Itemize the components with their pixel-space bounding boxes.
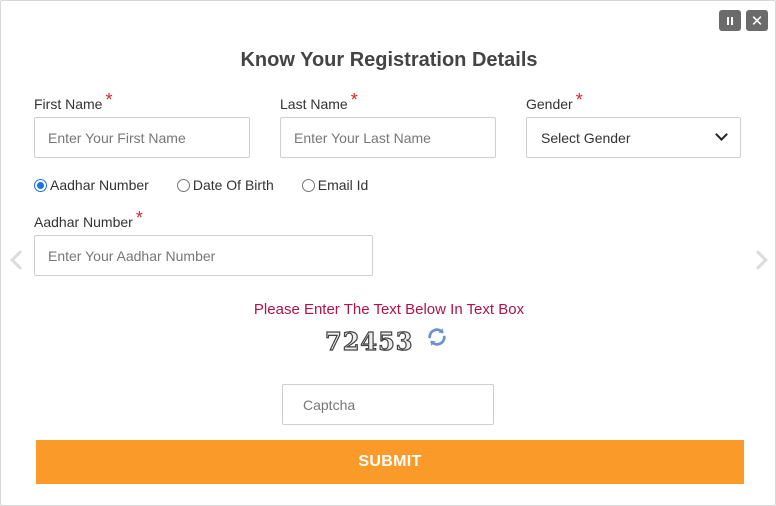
- last-name-label-text: Last Name: [280, 96, 348, 112]
- gender-select[interactable]: Select Gender: [526, 117, 741, 158]
- first-name-label: First Name *: [34, 90, 113, 114]
- required-mark: *: [575, 90, 583, 110]
- radio-aadhar-number[interactable]: Aadhar Number: [34, 177, 149, 193]
- first-name-label-text: First Name: [34, 96, 103, 112]
- gender-label: Gender *: [526, 90, 583, 114]
- close-icon: ✕: [750, 12, 764, 30]
- chevron-down-icon: [715, 128, 728, 141]
- chevron-left-icon[interactable]: [10, 250, 30, 270]
- required-mark: *: [350, 90, 358, 110]
- pause-button[interactable]: [719, 10, 741, 31]
- radio-label: Aadhar Number: [50, 177, 149, 193]
- radio-button[interactable]: [176, 178, 190, 192]
- aadhar-input[interactable]: [34, 235, 373, 276]
- radio-email-id[interactable]: Email Id: [301, 177, 369, 193]
- radio-label: Email Id: [317, 177, 369, 193]
- captcha-input[interactable]: [282, 384, 494, 425]
- registration-modal: ✕ Know Your Registration Details First N…: [0, 0, 776, 506]
- last-name-input[interactable]: [280, 117, 496, 158]
- gender-selected-value: Select Gender: [541, 129, 631, 146]
- radio-button-checked[interactable]: [34, 178, 47, 192]
- radio-label: Date Of Birth: [192, 177, 274, 193]
- required-mark: *: [105, 90, 113, 110]
- captcha-image-text: 72453: [324, 326, 414, 356]
- radio-date-of-birth[interactable]: Date Of Birth: [176, 177, 274, 193]
- search-by-radio-group: Aadhar Number Date Of Birth Email Id: [34, 177, 396, 193]
- submit-button[interactable]: SUBMIT: [36, 440, 744, 484]
- first-name-input[interactable]: [34, 117, 250, 158]
- radio-button[interactable]: [301, 178, 315, 192]
- aadhar-label: Aadhar Number *: [34, 208, 143, 232]
- pause-icon: [727, 16, 733, 25]
- captcha-prompt: Please Enter The Text Below In Text Box: [253, 301, 525, 318]
- last-name-label: Last Name *: [280, 90, 358, 114]
- chevron-right-icon[interactable]: [748, 250, 768, 270]
- refresh-icon[interactable]: [426, 326, 448, 348]
- aadhar-label-text: Aadhar Number: [34, 214, 133, 230]
- required-mark: *: [135, 208, 143, 228]
- gender-label-text: Gender: [526, 96, 573, 112]
- close-button[interactable]: ✕: [746, 10, 768, 31]
- page-title: Know Your Registration Details: [240, 49, 538, 71]
